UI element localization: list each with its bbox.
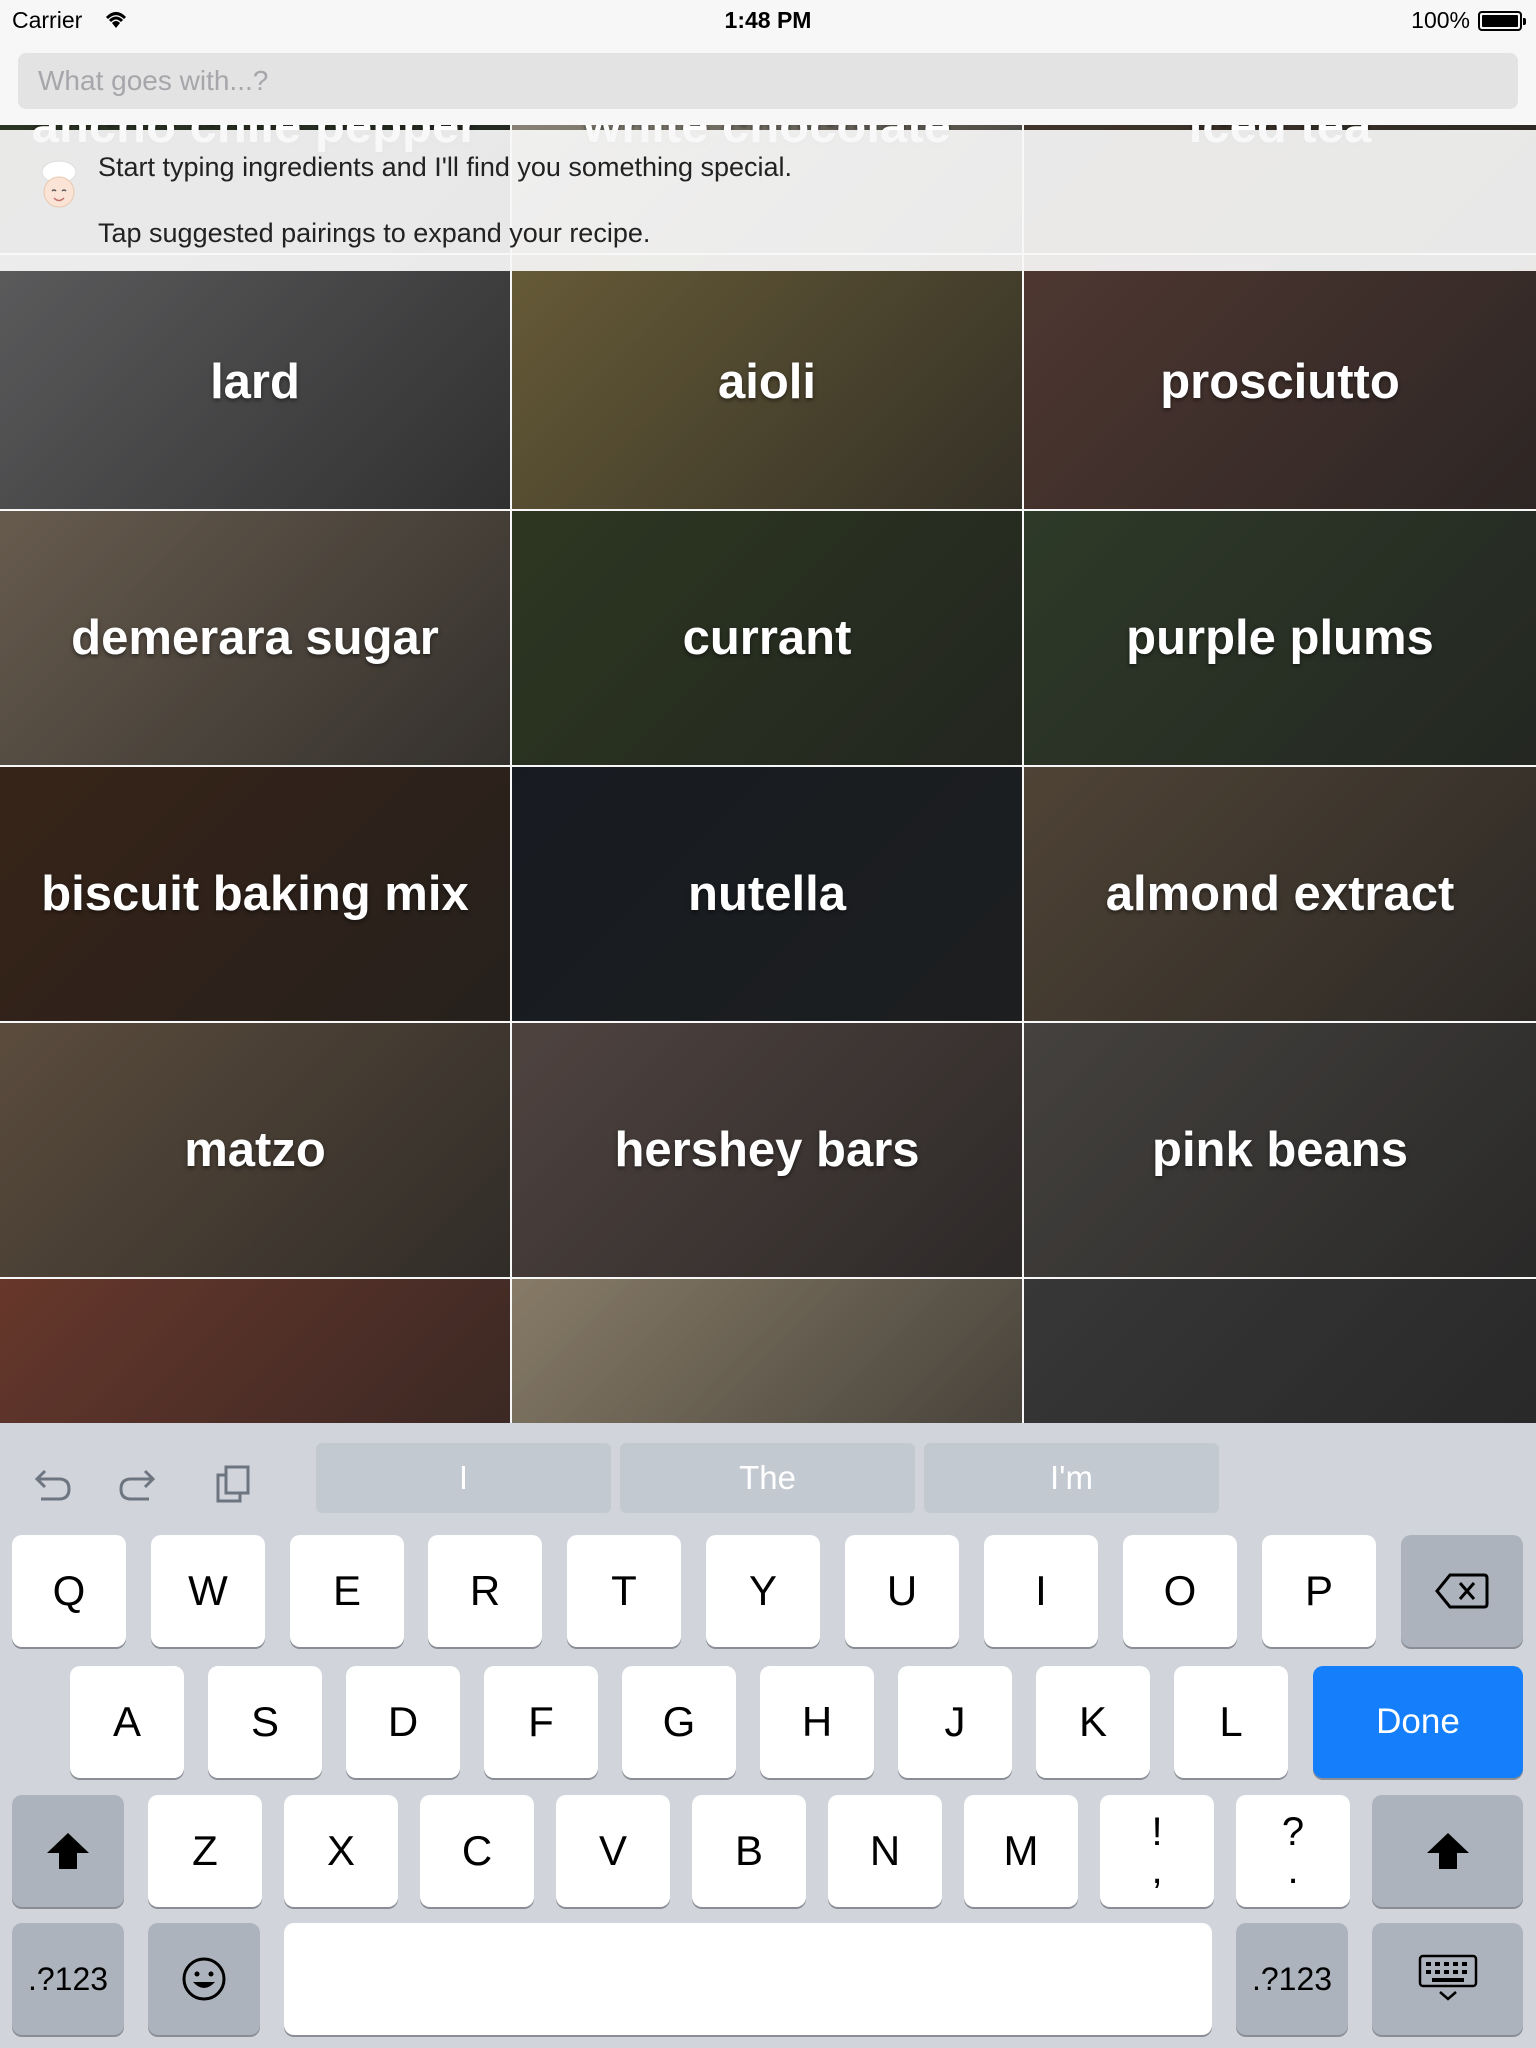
key-period: .: [1287, 1848, 1299, 1892]
key-y[interactable]: Y: [706, 1535, 820, 1647]
key-w[interactable]: W: [151, 1535, 265, 1647]
ingredient-grid: ancho chile pepperwhite chocolateiced te…: [0, 125, 1536, 1425]
key-b[interactable]: B: [692, 1795, 806, 1907]
key-x[interactable]: X: [284, 1795, 398, 1907]
status-bar: Carrier 1:48 PM 100%: [0, 0, 1536, 40]
ingredient-label: currant: [682, 611, 852, 665]
ingredient-tile[interactable]: hershey bars: [512, 1023, 1022, 1277]
status-time: 1:48 PM: [724, 7, 812, 33]
key-question-period[interactable]: ? .: [1236, 1795, 1350, 1907]
ingredient-label: [1024, 1279, 1536, 1425]
key-o[interactable]: O: [1123, 1535, 1237, 1647]
ingredient-label: prosciutto: [1160, 355, 1400, 409]
search-bar: [0, 40, 1536, 131]
key-p[interactable]: P: [1262, 1535, 1376, 1647]
key-u[interactable]: U: [845, 1535, 959, 1647]
key-r[interactable]: R: [428, 1535, 542, 1647]
key-a[interactable]: A: [70, 1666, 184, 1778]
suggestion-1[interactable]: I: [316, 1443, 611, 1513]
shift-left-key[interactable]: [12, 1795, 124, 1907]
ingredient-tile[interactable]: purple plums: [1024, 511, 1536, 765]
ingredient-label: hershey bars: [614, 1123, 920, 1177]
ingredient-tile[interactable]: lard: [0, 255, 510, 509]
ingredient-tile[interactable]: almond extract: [1024, 767, 1536, 1021]
key-t[interactable]: T: [567, 1535, 681, 1647]
ingredient-tile[interactable]: biscuit baking mix: [0, 767, 510, 1021]
backspace-icon: [1435, 1573, 1489, 1609]
suggestion-2[interactable]: The: [620, 1443, 915, 1513]
key-j[interactable]: J: [898, 1666, 1012, 1778]
ingredient-tile[interactable]: [1024, 1279, 1536, 1425]
ingredient-label: pink beans: [1152, 1123, 1408, 1177]
key-d[interactable]: D: [346, 1666, 460, 1778]
ingredient-tile[interactable]: nutella: [512, 767, 1022, 1021]
keyboard-toolbar: I The I'm: [0, 1423, 1536, 1533]
backspace-key[interactable]: [1401, 1535, 1523, 1647]
ingredient-label: [0, 1279, 510, 1425]
ingredient-tile[interactable]: demerara sugar: [0, 511, 510, 765]
key-l[interactable]: L: [1174, 1666, 1288, 1778]
ingredient-label: biscuit baking mix: [41, 867, 469, 921]
done-key[interactable]: Done: [1313, 1666, 1523, 1778]
undo-icon[interactable]: [25, 1459, 75, 1509]
key-q[interactable]: Q: [12, 1535, 126, 1647]
paste-icon[interactable]: [210, 1459, 260, 1509]
numbers-left-key[interactable]: .?123: [12, 1923, 124, 2035]
key-f[interactable]: F: [484, 1666, 598, 1778]
key-comma: ,: [1151, 1848, 1163, 1892]
key-i[interactable]: I: [984, 1535, 1098, 1647]
search-input[interactable]: [18, 53, 1518, 109]
ingredient-tile[interactable]: [512, 1279, 1022, 1425]
space-key[interactable]: [284, 1923, 1212, 2035]
key-e[interactable]: E: [290, 1535, 404, 1647]
key-n[interactable]: N: [828, 1795, 942, 1907]
ingredient-label: almond extract: [1105, 867, 1455, 921]
ingredient-tile[interactable]: pink beans: [1024, 1023, 1536, 1277]
ingredient-tile[interactable]: currant: [512, 511, 1022, 765]
keyboard-dismiss-icon: [1418, 1954, 1477, 2001]
ingredient-label: [512, 1279, 1022, 1425]
ingredient-label: demerara sugar: [71, 611, 439, 665]
shift-icon: [1426, 1833, 1469, 1869]
ingredient-tile[interactable]: [0, 1279, 510, 1425]
redo-icon[interactable]: [115, 1459, 165, 1509]
emoji-icon: [182, 1957, 226, 2001]
key-m[interactable]: M: [964, 1795, 1078, 1907]
ingredient-label: lard: [210, 355, 300, 409]
ingredient-tile[interactable]: aioli: [512, 255, 1022, 509]
battery-percent: 100%: [1411, 7, 1470, 33]
ingredient-label: matzo: [184, 1123, 326, 1177]
key-k[interactable]: K: [1036, 1666, 1150, 1778]
ingredient-label: purple plums: [1126, 611, 1434, 665]
dismiss-keyboard-key[interactable]: [1372, 1923, 1523, 2035]
shift-icon: [47, 1833, 89, 1869]
ingredient-label: aioli: [717, 355, 817, 409]
key-exclamation: !: [1151, 1810, 1163, 1854]
battery-icon: [1478, 11, 1526, 31]
suggestion-3[interactable]: I'm: [924, 1443, 1219, 1513]
key-v[interactable]: V: [556, 1795, 670, 1907]
key-z[interactable]: Z: [148, 1795, 262, 1907]
hint-line-1: Start typing ingredients and I'll find y…: [98, 152, 793, 182]
emoji-key[interactable]: [148, 1923, 260, 2035]
key-c[interactable]: C: [420, 1795, 534, 1907]
key-question: ?: [1281, 1810, 1305, 1854]
chef-avatar-icon: [41, 160, 77, 208]
key-h[interactable]: H: [760, 1666, 874, 1778]
keyboard: I The I'm Q W E R T Y U I O P A S D F G …: [0, 1423, 1536, 2048]
hint-line-2: Tap suggested pairings to expand your re…: [98, 218, 651, 248]
key-g[interactable]: G: [622, 1666, 736, 1778]
ingredient-tile[interactable]: matzo: [0, 1023, 510, 1277]
shift-right-key[interactable]: [1372, 1795, 1523, 1907]
key-s[interactable]: S: [208, 1666, 322, 1778]
numbers-right-key[interactable]: .?123: [1236, 1923, 1348, 2035]
ingredient-tile[interactable]: prosciutto: [1024, 255, 1536, 509]
hint-banner: Start typing ingredients and I'll find y…: [0, 130, 1536, 271]
ingredient-label: nutella: [688, 867, 846, 921]
key-exclamation-comma[interactable]: ! ,: [1100, 1795, 1214, 1907]
